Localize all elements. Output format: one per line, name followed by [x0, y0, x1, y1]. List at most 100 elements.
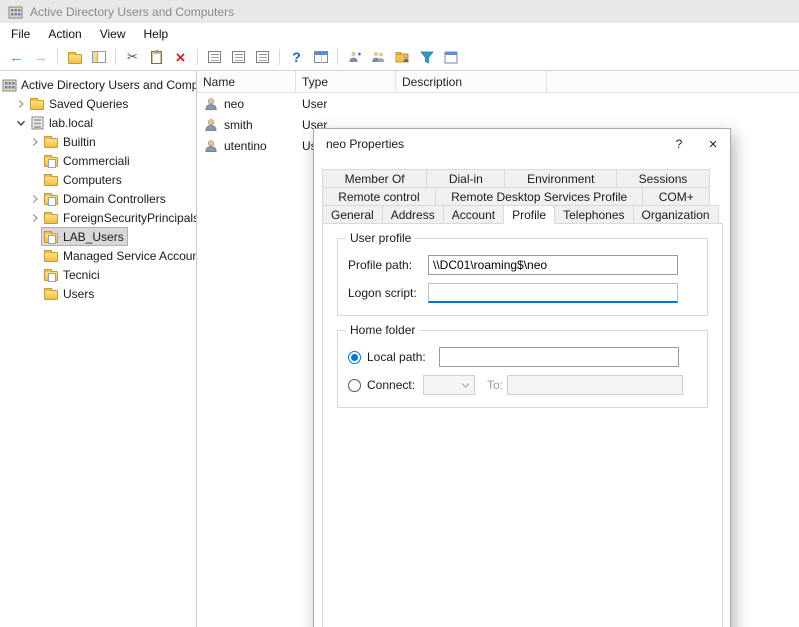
tree-item-tecnici[interactable]: Tecnici	[0, 265, 196, 284]
tab-dial-in[interactable]: Dial-in	[426, 169, 505, 188]
export-list-icon[interactable]	[252, 46, 273, 68]
tab-general[interactable]: General	[322, 205, 383, 224]
tree-item-label: Users	[63, 287, 94, 301]
chevron-right-icon[interactable]	[28, 137, 42, 147]
tab-member-of[interactable]: Member Of	[322, 169, 427, 188]
logon-script-label: Logon script:	[348, 286, 428, 300]
user-icon	[203, 138, 219, 153]
dialog-title: neo Properties	[326, 137, 662, 151]
connect-to-input[interactable]	[507, 375, 683, 395]
title-bar[interactable]: Active Directory Users and Computers	[0, 0, 799, 23]
tree-item-users[interactable]: Users	[0, 284, 196, 303]
refresh-icon[interactable]	[228, 46, 249, 68]
tree-item-computers[interactable]: Computers	[0, 170, 196, 189]
building-icon	[1, 77, 17, 92]
profile-path-input[interactable]	[428, 255, 678, 275]
profile-path-label: Profile path:	[348, 258, 428, 272]
connect-radio[interactable]	[348, 379, 361, 392]
menu-help[interactable]: Help	[135, 25, 178, 43]
tree-item-label: LAB_Users	[63, 230, 124, 244]
chevron-down-icon[interactable]	[14, 118, 28, 128]
column-header-name[interactable]: Name	[197, 71, 296, 92]
help-icon[interactable]: ?	[286, 46, 307, 68]
drive-letter-dropdown[interactable]	[423, 375, 475, 395]
profile-tab-panel: User profile Profile path: Logon script:…	[322, 223, 723, 627]
menu-bar: File Action View Help	[0, 23, 799, 44]
menu-view[interactable]: View	[91, 25, 135, 43]
show-hide-console-tree-icon[interactable]	[88, 46, 109, 68]
folder-icon	[43, 172, 59, 187]
tree-item-lab-local[interactable]: lab.local	[0, 113, 196, 132]
tab-remote-desktop-services-profile[interactable]: Remote Desktop Services Profile	[435, 187, 644, 206]
local-path-radio[interactable]	[348, 351, 361, 364]
user-icon	[203, 96, 219, 111]
tab-environment[interactable]: Environment	[504, 169, 617, 188]
dialog-help-button[interactable]: ?	[662, 129, 696, 159]
forward-icon[interactable]: →	[30, 46, 51, 68]
tab-remote-control[interactable]: Remote control	[322, 187, 436, 206]
back-icon[interactable]: ←	[6, 46, 27, 68]
toolbar: ← → ✂ × ?	[0, 44, 799, 71]
folder-icon	[43, 248, 59, 263]
up-one-level-icon[interactable]	[64, 46, 85, 68]
row-name: utentino	[224, 139, 267, 153]
tab-profile[interactable]: Profile	[503, 205, 555, 224]
logon-script-input[interactable]	[428, 283, 678, 303]
app-icon	[8, 5, 23, 19]
tab-com-plus[interactable]: COM+	[642, 187, 710, 206]
tree-item-builtin[interactable]: Builtin	[0, 132, 196, 151]
tab-sessions[interactable]: Sessions	[616, 169, 710, 188]
list-row-neo[interactable]: neo User	[197, 93, 799, 114]
paste-icon[interactable]	[146, 46, 167, 68]
column-header-type[interactable]: Type	[296, 71, 396, 92]
tree-item-domain-controllers[interactable]: Domain Controllers	[0, 189, 196, 208]
local-path-input[interactable]	[439, 347, 679, 367]
toolbar-separator	[115, 49, 116, 65]
menu-action[interactable]: Action	[39, 25, 90, 43]
tree-item-managed-service-accounts[interactable]: Managed Service Accounts	[0, 246, 196, 265]
add-to-group-icon[interactable]	[392, 46, 413, 68]
tab-organization[interactable]: Organization	[633, 205, 719, 224]
chevron-right-icon[interactable]	[28, 213, 42, 223]
ou-folder-icon	[43, 267, 59, 282]
tab-address[interactable]: Address	[382, 205, 444, 224]
new-group-icon[interactable]	[368, 46, 389, 68]
dialog-close-button[interactable]: ×	[696, 129, 730, 159]
tree-item-label: Builtin	[63, 135, 96, 149]
tree-item-label: Active Directory Users and Computers	[21, 78, 197, 92]
aduc-window: Active Directory Users and Computers Fil…	[0, 0, 799, 627]
ou-folder-icon	[43, 191, 59, 206]
tab-account[interactable]: Account	[443, 205, 504, 224]
chevron-right-icon[interactable]	[28, 194, 42, 204]
view-table-icon[interactable]	[310, 46, 331, 68]
connect-label: Connect:	[367, 378, 423, 392]
menu-file[interactable]: File	[2, 25, 39, 43]
set-filter-options-icon[interactable]	[440, 46, 461, 68]
folder-icon	[29, 96, 45, 111]
user-profile-group: User profile Profile path: Logon script:	[337, 238, 708, 316]
cut-icon[interactable]: ✂	[122, 46, 143, 68]
chevron-right-icon[interactable]	[14, 99, 28, 109]
list-header: Name Type Description	[197, 71, 799, 93]
row-name: neo	[224, 97, 244, 111]
tree-item-foreign-security-principals[interactable]: ForeignSecurityPrincipals	[0, 208, 196, 227]
new-user-icon[interactable]	[344, 46, 365, 68]
tree-item-commerciali[interactable]: Commerciali	[0, 151, 196, 170]
row-type: User	[296, 97, 396, 111]
selected-tree-item[interactable]: LAB_Users	[42, 228, 127, 245]
dialog-title-bar[interactable]: neo Properties ? ×	[314, 129, 730, 159]
properties-icon[interactable]	[204, 46, 225, 68]
tree-item-label: Tecnici	[63, 268, 100, 282]
toolbar-separator	[57, 49, 58, 65]
domain-icon	[29, 115, 45, 130]
tree-item-root[interactable]: Active Directory Users and Computers	[0, 75, 196, 94]
tab-telephones[interactable]: Telephones	[554, 205, 633, 224]
column-header-description[interactable]: Description	[396, 71, 547, 92]
local-path-label: Local path:	[367, 350, 439, 364]
tree-item-saved-queries[interactable]: Saved Queries	[0, 94, 196, 113]
tree-item-label: Saved Queries	[49, 97, 128, 111]
tree-item-lab-users[interactable]: LAB_Users	[0, 227, 196, 246]
folder-icon	[43, 286, 59, 301]
delete-icon[interactable]: ×	[170, 46, 191, 68]
filter-icon[interactable]	[416, 46, 437, 68]
